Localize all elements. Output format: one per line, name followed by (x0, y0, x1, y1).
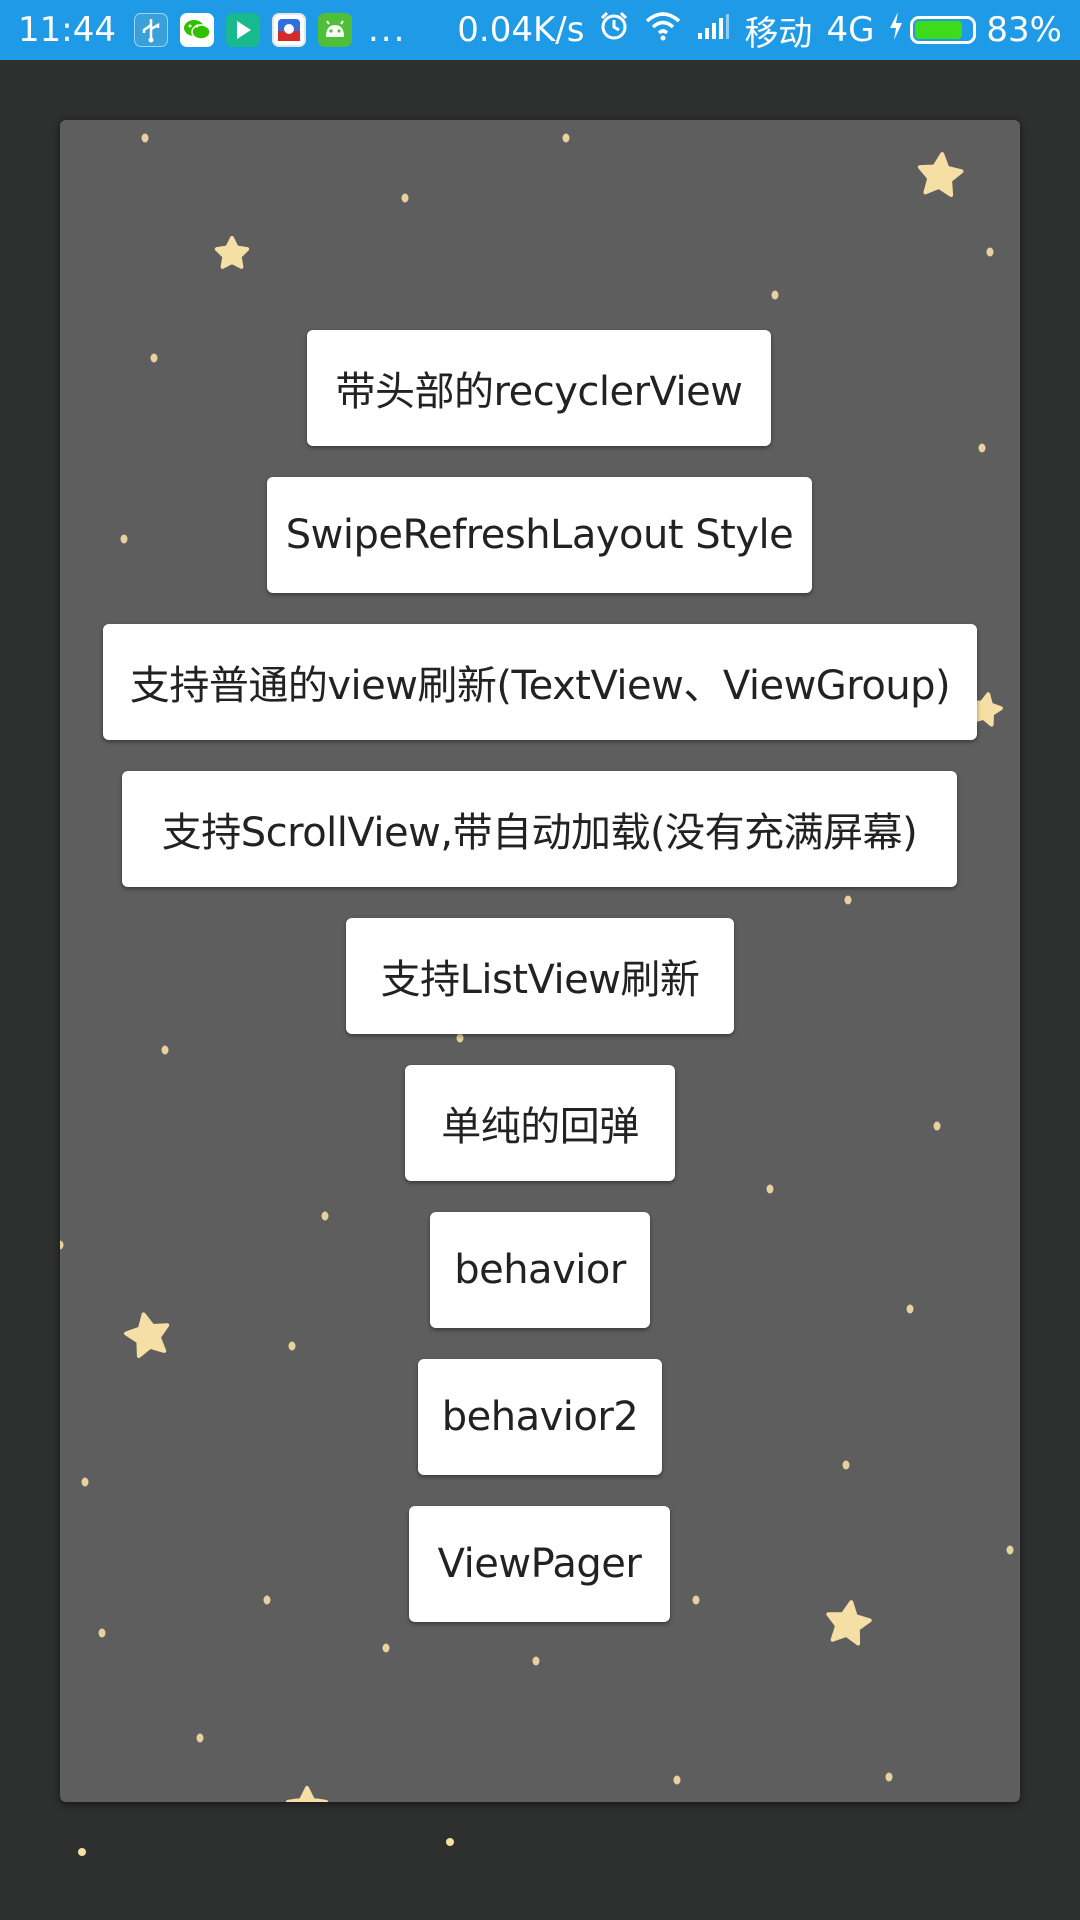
star-dot (771, 290, 779, 300)
star-dot (120, 534, 128, 544)
android-icon (317, 13, 352, 47)
play-icon (225, 13, 260, 47)
du-icon (271, 13, 306, 47)
listview-refresh-button[interactable]: 支持ListView刷新 (346, 918, 734, 1034)
status-right-group: 0.04K/s 移动 4G 83% (443, 6, 1062, 55)
star-dot (906, 1304, 914, 1314)
star-dot (986, 247, 994, 257)
viewpager-button[interactable]: ViewPager (409, 1506, 670, 1622)
network-type: 4G (826, 10, 875, 50)
behavior-button[interactable]: behavior (430, 1212, 650, 1328)
star-dot (60, 1240, 64, 1250)
battery-icon (910, 16, 977, 44)
cellular-signal-icon (696, 10, 730, 50)
net-speed: 0.04K/s (457, 10, 585, 50)
star-decoration (124, 1312, 170, 1358)
star-dot (766, 1184, 774, 1194)
more-notifications-indicator: ... (367, 10, 407, 50)
battery-level-fill (915, 21, 962, 39)
star-dot (933, 1121, 941, 1131)
star-dot (978, 443, 986, 453)
recyclerview-header-button[interactable]: 带头部的recyclerView (307, 330, 771, 446)
swiperefreshlayout-style-button[interactable]: SwipeRefreshLayout Style (267, 477, 812, 593)
star-dot (382, 1643, 390, 1653)
star-dot (446, 1838, 454, 1846)
star-dot (1006, 1545, 1014, 1555)
star-dot (81, 1477, 89, 1487)
star-dot (673, 1775, 681, 1785)
status-bar: 11:44 ... 0.04K/s 移动 4G 83% (0, 0, 1080, 60)
star-decoration (286, 1786, 328, 1802)
behavior2-button[interactable]: behavior2 (418, 1359, 662, 1475)
star-dot (78, 1848, 86, 1856)
usb-icon (133, 13, 168, 47)
scrollview-autoload-button[interactable]: 支持ScrollView,带自动加载(没有充满屏幕) (122, 771, 957, 887)
star-dot (196, 1733, 204, 1743)
star-dot (844, 895, 852, 905)
star-dot (456, 1033, 464, 1043)
star-dot (150, 353, 158, 363)
star-dot (321, 1211, 329, 1221)
carrier-name: 移动 (744, 13, 813, 54)
wechat-icon (179, 13, 214, 47)
star-decoration (214, 236, 250, 269)
star-dot (288, 1341, 296, 1351)
star-dot (885, 1772, 893, 1782)
star-dot (562, 133, 570, 143)
star-decoration (917, 152, 964, 197)
simple-bounce-button[interactable]: 单纯的回弹 (405, 1065, 675, 1181)
alarm-icon (598, 10, 630, 51)
star-dot (141, 133, 149, 143)
menu-card: 带头部的recyclerView SwipeRefreshLayout Styl… (60, 120, 1020, 1802)
star-dot (692, 1595, 700, 1605)
charging-icon (888, 10, 904, 50)
star-dot (161, 1045, 169, 1055)
normal-view-refresh-button[interactable]: 支持普通的view刷新(TextView、ViewGroup) (103, 624, 977, 740)
wifi-icon (644, 10, 682, 50)
status-time: 11:44 (18, 10, 116, 50)
star-dot (263, 1595, 271, 1605)
star-dot (842, 1460, 850, 1470)
star-decoration (826, 1600, 872, 1646)
star-dot (98, 1628, 106, 1638)
star-dot (401, 193, 409, 203)
star-dot (532, 1656, 540, 1666)
battery-percent: 83% (986, 10, 1062, 50)
